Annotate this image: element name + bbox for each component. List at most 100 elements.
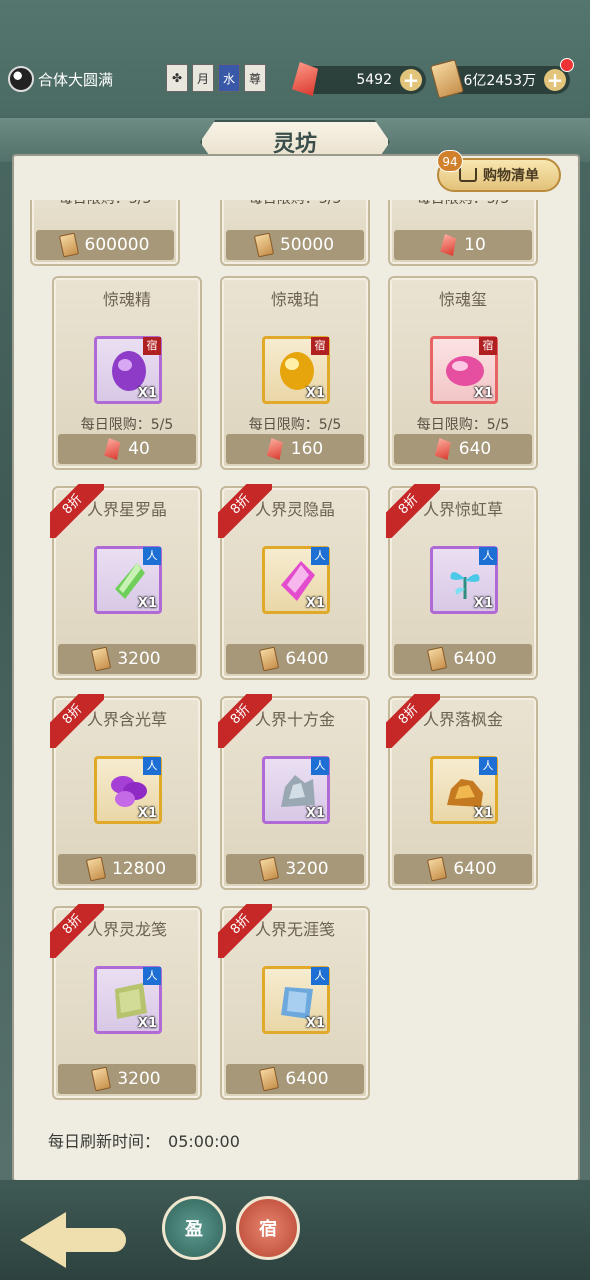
refresh-info: 每日刷新时间： 05:00:00 xyxy=(48,1128,240,1152)
price-bar[interactable]: 10 xyxy=(394,230,532,260)
price-bar[interactable]: 50000 xyxy=(226,230,364,260)
shop-item-card[interactable]: 8折 人界无涯笺 人 X1 6400 xyxy=(218,904,370,1100)
price-value: 10 xyxy=(464,235,486,255)
shop-item-card[interactable]: 8折 人界十方金 人 X1 3200 xyxy=(218,694,370,890)
scroll-icon xyxy=(259,1066,280,1092)
item-icon-frame[interactable]: 宿 X1 xyxy=(430,336,498,404)
shop-item-card[interactable]: 8折 人界灵隐晶 人 X1 6400 xyxy=(218,484,370,680)
price-bar[interactable]: 3200 xyxy=(58,644,196,674)
price-bar[interactable]: 160 xyxy=(226,434,364,464)
scroll-icon xyxy=(91,646,112,672)
add-scroll-button[interactable]: + xyxy=(544,69,566,91)
tag-badge: 人 xyxy=(143,547,161,565)
item-icon-frame[interactable]: 人 X1 xyxy=(262,756,330,824)
item-name: 人界含光草 xyxy=(86,710,167,729)
tag-badge: 人 xyxy=(311,757,329,775)
yin-yang-icon xyxy=(8,66,34,92)
item-quantity: X1 xyxy=(137,596,157,611)
item-quantity: X1 xyxy=(137,1016,157,1031)
su-tab-button[interactable]: 宿 xyxy=(236,1196,300,1260)
scroll-icon xyxy=(91,1066,112,1092)
red-crystal-icon xyxy=(440,234,457,256)
item-name: 人界惊虹草 xyxy=(422,500,503,519)
price-bar[interactable]: 3200 xyxy=(58,1064,196,1094)
realm-label: 合体大圆满 xyxy=(38,70,114,89)
item-icon-frame[interactable]: 人 X1 xyxy=(94,756,162,824)
item-icon-frame[interactable]: 人 X1 xyxy=(262,546,330,614)
price-bar[interactable]: 640 xyxy=(394,434,532,464)
tag-badge: 人 xyxy=(479,757,497,775)
badge-honor[interactable]: 尊 xyxy=(244,64,266,92)
item-quantity: X1 xyxy=(137,806,157,821)
item-icon-frame[interactable]: 宿 X1 xyxy=(262,336,330,404)
price-bar[interactable]: 40 xyxy=(58,434,196,464)
shop-item-card[interactable]: 每日限购：3/3 600000 xyxy=(30,200,180,266)
item-name: 人界落枫金 xyxy=(422,710,503,729)
scroll-currency: 6亿2453万 + xyxy=(430,58,574,99)
item-quantity: X1 xyxy=(305,386,325,401)
refresh-label: 每日刷新时间： xyxy=(48,1132,161,1151)
price-bar[interactable]: 12800 xyxy=(58,854,196,884)
shop-item-card[interactable]: 惊魂珀 宿 X1 每日限购：5/5 160 xyxy=(220,276,370,470)
price-value: 3200 xyxy=(285,859,329,879)
red-crystal-icon xyxy=(266,438,283,460)
item-name: 人界星罗晶 xyxy=(86,500,167,519)
shop-item-card[interactable]: 每日限购：5/5 10 xyxy=(388,200,538,266)
price-bar[interactable]: 6400 xyxy=(226,644,364,674)
price-value: 6400 xyxy=(285,649,329,669)
price-bar[interactable]: 3200 xyxy=(226,854,364,884)
scroll-icon xyxy=(259,646,280,672)
item-name: 人界灵隐晶 xyxy=(254,500,335,519)
scroll-amount: 6亿2453万 xyxy=(463,73,536,89)
shop-item-card[interactable]: 惊魂精 宿 X1 每日限购：5/5 40 xyxy=(52,276,202,470)
tag-badge: 人 xyxy=(311,967,329,985)
item-icon-frame[interactable]: 人 X1 xyxy=(430,756,498,824)
shop-item-card[interactable]: 每日限购：3/3 50000 xyxy=(220,200,370,266)
scroll-icon xyxy=(58,232,79,258)
add-crystal-button[interactable]: + xyxy=(400,69,422,91)
price-value: 3200 xyxy=(117,649,161,669)
item-icon-frame[interactable]: 人 X1 xyxy=(94,966,162,1034)
shopping-list-label: 购物清单 xyxy=(483,168,539,184)
price-bar[interactable]: 6400 xyxy=(226,1064,364,1094)
price-bar[interactable]: 6400 xyxy=(394,854,532,884)
back-button[interactable] xyxy=(20,1198,130,1270)
item-quantity: X1 xyxy=(473,386,493,401)
item-icon-frame[interactable]: 人 X1 xyxy=(262,966,330,1034)
price-bar[interactable]: 6400 xyxy=(394,644,532,674)
shop-item-card[interactable]: 8折 人界灵龙笺 人 X1 3200 xyxy=(50,904,202,1100)
price-value: 6400 xyxy=(453,649,497,669)
ying-tab-button[interactable]: 盈 xyxy=(162,1196,226,1260)
item-icon-frame[interactable]: 宿 X1 xyxy=(94,336,162,404)
item-name: 人界灵龙笺 xyxy=(86,920,167,939)
scroll-icon xyxy=(427,856,448,882)
price-value: 50000 xyxy=(279,235,335,255)
price-value: 600000 xyxy=(84,235,150,255)
badge-emblem-icon[interactable]: ✤ xyxy=(166,64,188,92)
item-quantity: X1 xyxy=(473,806,493,821)
price-value: 40 xyxy=(128,439,150,459)
badge-water[interactable]: 水 xyxy=(218,64,240,92)
item-name: 惊魂珀 xyxy=(270,290,319,309)
price-value: 12800 xyxy=(111,859,167,879)
price-value: 6400 xyxy=(285,1069,329,1089)
price-value: 6400 xyxy=(453,859,497,879)
tag-badge: 宿 xyxy=(143,337,161,355)
purchase-limit: 每日限购：3/3 xyxy=(222,200,368,208)
item-icon-frame[interactable]: 人 X1 xyxy=(430,546,498,614)
shop-item-card[interactable]: 8折 人界含光草 人 X1 12800 xyxy=(50,694,202,890)
item-name: 人界十方金 xyxy=(254,710,335,729)
shop-item-card[interactable]: 惊魂玺 宿 X1 每日限购：5/5 640 xyxy=(388,276,538,470)
price-bar[interactable]: 600000 xyxy=(36,230,174,260)
red-crystal-icon xyxy=(104,438,121,460)
item-name: 惊魂玺 xyxy=(438,290,487,309)
item-grid[interactable]: 每日限购：3/3 600000 每日限购：3/3 50000 每日限购：5/5 … xyxy=(30,200,560,1100)
price-value: 640 xyxy=(458,439,492,459)
shop-item-card[interactable]: 8折 人界落枫金 人 X1 6400 xyxy=(386,694,538,890)
badge-moon[interactable]: 月 xyxy=(192,64,214,92)
shop-item-card[interactable]: 8折 人界惊虹草 人 X1 6400 xyxy=(386,484,538,680)
refresh-time: 05:00:00 xyxy=(168,1132,240,1151)
scroll-icon xyxy=(85,856,107,882)
shop-item-card[interactable]: 8折 人界星罗晶 人 X1 3200 xyxy=(50,484,202,680)
item-icon-frame[interactable]: 人 X1 xyxy=(94,546,162,614)
